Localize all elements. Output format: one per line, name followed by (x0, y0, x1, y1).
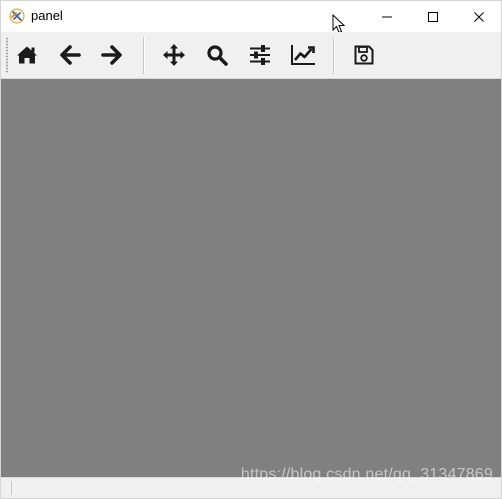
toolbar-separator (143, 37, 145, 74)
zoom-button[interactable] (200, 38, 234, 72)
configure-subplots-button[interactable] (243, 38, 277, 72)
watermark-text: https://blog.csdn.net/qq_31347869 (240, 466, 493, 483)
minimize-icon (382, 16, 392, 17)
home-icon (17, 46, 37, 64)
figure-canvas[interactable] (1, 79, 501, 477)
window-title: panel (31, 8, 63, 23)
sliders-icon (250, 45, 270, 65)
search-icon (207, 45, 228, 66)
forward-button[interactable] (95, 38, 129, 72)
close-button[interactable] (456, 1, 502, 32)
close-icon (474, 11, 484, 22)
mouse-cursor-icon (332, 14, 346, 34)
home-button[interactable] (10, 38, 44, 72)
main-window: panel https://blog.csdn.net/qq_31347869 (0, 0, 502, 499)
save-button[interactable] (347, 38, 381, 72)
status-divider (11, 481, 12, 495)
app-icon (9, 8, 25, 24)
arrow-right-icon (101, 45, 122, 65)
navigation-toolbar (1, 32, 501, 79)
floppy-disk-icon (354, 45, 374, 65)
back-button[interactable] (53, 38, 87, 72)
line-chart-icon (291, 45, 315, 65)
title-bar[interactable]: panel (1, 1, 502, 34)
edit-axis-button[interactable] (286, 38, 320, 72)
maximize-button[interactable] (410, 1, 456, 32)
pan-button[interactable] (157, 38, 191, 72)
toolbar-grip[interactable] (6, 37, 8, 73)
minimize-button[interactable] (364, 1, 410, 32)
arrow-left-icon (60, 45, 81, 65)
maximize-icon (428, 11, 438, 22)
toolbar-separator (333, 37, 335, 74)
move-icon (163, 44, 185, 66)
